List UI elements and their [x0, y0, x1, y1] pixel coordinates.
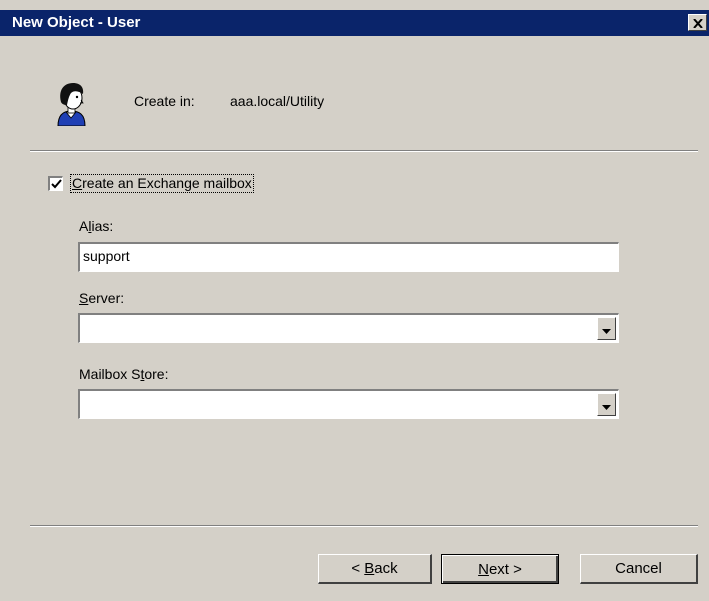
user-icon [50, 80, 92, 127]
title-bar[interactable]: New Object - User [0, 10, 709, 36]
create-in-path: aaa.local/Utility [230, 93, 325, 109]
back-button-label: < Back [351, 560, 398, 577]
create-mailbox-label[interactable]: Create an Exchange mailbox [70, 174, 254, 193]
cancel-button-label: Cancel [615, 560, 662, 577]
next-button[interactable]: Next > [441, 554, 559, 584]
checkmark-icon [50, 176, 62, 192]
window-title: New Object - User [12, 14, 141, 31]
next-button-label: Next > [478, 560, 522, 578]
close-button[interactable] [688, 14, 707, 31]
server-label: Server: [79, 290, 125, 306]
new-object-user-dialog: New Object - User Create in: aaa.local/U… [0, 0, 709, 601]
server-dropdown-button[interactable] [597, 317, 616, 340]
create-mailbox-checkbox[interactable] [48, 176, 63, 191]
footer-divider [30, 525, 698, 527]
close-icon [692, 15, 703, 31]
cancel-button[interactable]: Cancel [580, 554, 698, 584]
alias-label: Alias: [79, 218, 114, 234]
chevron-down-icon [602, 397, 611, 413]
mailbox-store-dropdown[interactable] [78, 389, 619, 419]
alias-input[interactable]: support [78, 242, 619, 272]
back-button[interactable]: < Back [318, 554, 432, 584]
create-in-label: Create in: [134, 93, 195, 109]
mailbox-store-label: Mailbox Store: [79, 366, 169, 382]
chevron-down-icon [602, 321, 611, 337]
alias-value: support [83, 248, 130, 264]
header-divider [30, 150, 698, 152]
server-dropdown[interactable] [78, 313, 619, 343]
mailbox-store-dropdown-button[interactable] [597, 393, 616, 416]
